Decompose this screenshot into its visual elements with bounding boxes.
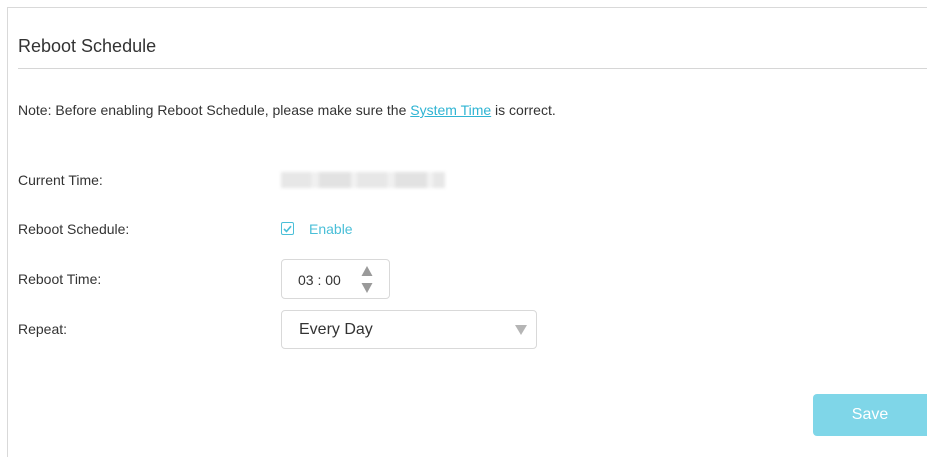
title-divider: [18, 68, 927, 69]
checkmark-icon: [283, 225, 292, 233]
system-time-link[interactable]: System Time: [410, 102, 491, 118]
repeat-select[interactable]: Every Day: [281, 310, 537, 349]
reboot-time-input[interactable]: 03 : 00: [281, 259, 390, 299]
reboot-time-value[interactable]: 03 : 00: [298, 272, 341, 288]
reboot-schedule-panel: [7, 7, 927, 457]
repeat-selected-value: Every Day: [299, 321, 373, 338]
reboot-time-label: Reboot Time:: [18, 271, 102, 287]
enable-checkbox[interactable]: [281, 222, 294, 235]
repeat-label: Repeat:: [18, 321, 68, 337]
enable-label[interactable]: Enable: [309, 221, 353, 237]
current-time-value-redacted: [281, 172, 445, 188]
chevron-down-icon: [515, 325, 527, 335]
save-button[interactable]: Save: [813, 394, 927, 436]
note-prefix: Note: Before enabling Reboot Schedule, p…: [18, 102, 411, 118]
note-text: Note: Before enabling Reboot Schedule, p…: [18, 102, 556, 118]
section-title: Reboot Schedule: [18, 36, 157, 56]
time-spinner-icon[interactable]: [360, 265, 374, 295]
reboot-schedule-label: Reboot Schedule:: [18, 221, 130, 237]
current-time-label: Current Time:: [18, 172, 103, 188]
note-suffix: is correct.: [491, 102, 556, 118]
